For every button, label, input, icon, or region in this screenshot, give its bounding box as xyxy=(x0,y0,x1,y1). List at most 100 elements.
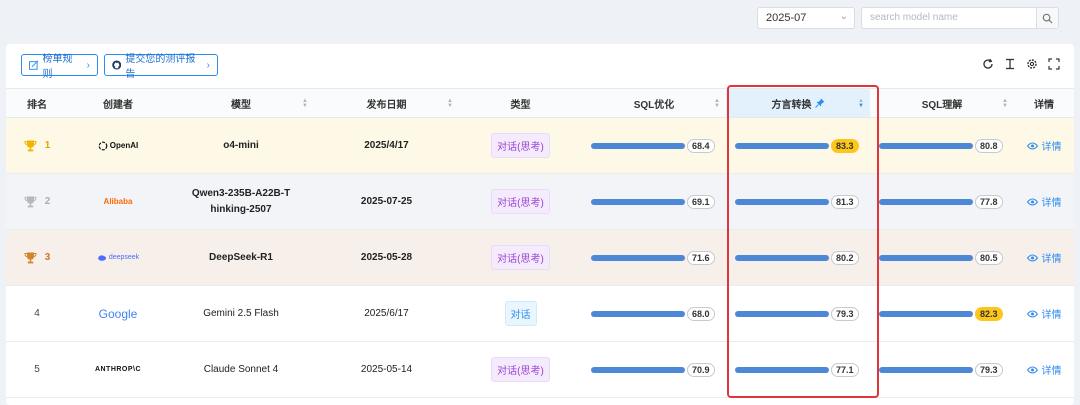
deepseek-logo: deepseek xyxy=(97,254,139,262)
score-badge: 80.5 xyxy=(975,250,1003,265)
table-row: 4 Google Gemini 2.5 Flash 2025/6/17 对话 6… xyxy=(6,286,1074,342)
search-button[interactable] xyxy=(1036,8,1058,28)
type-tag: 对话(思考) xyxy=(491,245,550,270)
score-bar xyxy=(879,254,973,261)
dialect-cell: 83.3 xyxy=(726,118,870,173)
detail-link-label: 详情 xyxy=(1041,254,1062,265)
sql-understand-cell: 82.3 xyxy=(870,286,1014,341)
sql-understand-cell: 77.8 xyxy=(870,174,1014,229)
col-sql-understand-label: SQL理解 xyxy=(921,99,963,111)
refresh-icon[interactable] xyxy=(982,58,994,70)
score-bar xyxy=(591,198,685,205)
detail-link[interactable]: 详情 xyxy=(1026,306,1062,321)
col-sql-understand[interactable]: SQL理解 ▲ ▼ xyxy=(870,89,1014,117)
detail-link[interactable]: 详情 xyxy=(1026,138,1062,153)
sort-icon[interactable]: ▲ ▼ xyxy=(302,98,308,109)
release-date: 2025/6/17 xyxy=(364,308,409,319)
score-badge: 80.2 xyxy=(831,250,859,265)
sort-icon[interactable]: ▲ ▼ xyxy=(714,98,720,109)
rank-badge: 3 xyxy=(24,252,51,264)
creator-name: ANTHROP\C xyxy=(94,366,142,373)
search-box xyxy=(861,7,1059,29)
dialect-cell: 80.2 xyxy=(726,230,870,285)
model-name: o4-mini xyxy=(223,139,259,151)
score-badge: 71.6 xyxy=(687,250,715,265)
score-bar xyxy=(735,254,829,261)
eye-icon xyxy=(1026,310,1038,317)
score-badge: 77.1 xyxy=(831,362,859,377)
rank-cell: 5 xyxy=(6,342,68,397)
column-height-icon[interactable] xyxy=(1004,58,1016,70)
score-badge: 77.8 xyxy=(975,194,1003,209)
type-cell: 对话 xyxy=(459,286,582,341)
model-cell: Gemini 2.5 Flash xyxy=(168,286,314,341)
sort-icon[interactable]: ▲ ▼ xyxy=(858,98,864,109)
fullscreen-icon[interactable] xyxy=(1048,58,1060,70)
eye-icon xyxy=(1026,254,1038,261)
col-dialect[interactable]: 方言转换 ▲ ▼ xyxy=(726,89,870,117)
sort-icon[interactable]: ▲ ▼ xyxy=(1002,98,1008,109)
search-input[interactable] xyxy=(870,12,1030,23)
type-cell: 对话(思考) xyxy=(459,342,582,397)
detail-link-label: 详情 xyxy=(1041,310,1062,321)
score-bar xyxy=(735,310,829,317)
table-row: 1 OpenAI o4-mini 2025/4/17 对话(思考) 68.4 8… xyxy=(6,118,1074,174)
dialect-cell: 81.3 xyxy=(726,174,870,229)
model-name: DeepSeek-R1 xyxy=(209,251,273,263)
detail-link[interactable]: 详情 xyxy=(1026,250,1062,265)
date-cell: 2025-07-25 xyxy=(314,174,459,229)
rank-number: 4 xyxy=(34,308,40,319)
release-date: 2025-05-14 xyxy=(360,364,413,375)
type-tag: 对话 xyxy=(504,301,537,326)
rank-badge: 5 xyxy=(34,364,40,375)
score-badge: 69.1 xyxy=(687,194,715,209)
detail-link[interactable]: 详情 xyxy=(1026,362,1062,377)
rank-cell: 3 xyxy=(6,230,68,285)
creator-cell: ANTHROP\C xyxy=(68,342,168,397)
col-date[interactable]: 发布日期 ▲ ▼ xyxy=(314,89,459,117)
col-date-label: 发布日期 xyxy=(366,99,407,111)
score-bar xyxy=(591,254,685,261)
edit-icon xyxy=(29,60,39,70)
table-row: 5 ANTHROP\C Claude Sonnet 4 2025-05-14 对… xyxy=(6,342,1074,398)
creator-name: Alibaba xyxy=(103,197,133,206)
settings-icon[interactable] xyxy=(1026,58,1038,70)
sql-optimize-cell: 68.4 xyxy=(582,118,726,173)
detail-link-label: 详情 xyxy=(1041,198,1062,209)
rules-button[interactable]: 榜单规则 › xyxy=(21,54,98,80)
score-badge: 68.0 xyxy=(687,306,715,321)
col-model[interactable]: 模型 ▲ ▼ xyxy=(168,89,314,117)
filter-bar: 2025-07 ⌄ xyxy=(0,7,1080,29)
release-date: 2025/4/17 xyxy=(364,140,409,151)
month-select[interactable]: 2025-07 ⌄ xyxy=(757,7,855,29)
detail-cell: 详情 xyxy=(1014,118,1074,173)
rank-cell: 2 xyxy=(6,174,68,229)
rank-number: 2 xyxy=(44,196,51,207)
type-cell: 对话(思考) xyxy=(459,230,582,285)
rank-number: 1 xyxy=(44,140,51,151)
col-creator: 创建者 xyxy=(103,99,133,111)
anthropic-logo: ANTHROP\C xyxy=(95,366,141,373)
score-badge: 68.4 xyxy=(687,138,715,153)
release-date: 2025-05-28 xyxy=(360,252,413,263)
col-sql-optimize[interactable]: SQL优化 ▲ ▼ xyxy=(582,89,726,117)
score-bar xyxy=(879,142,973,149)
pin-icon[interactable] xyxy=(814,98,825,108)
rank-number: 3 xyxy=(44,252,51,263)
score-badge: 82.3 xyxy=(975,306,1003,321)
leaderboard-table: 排名 创建者 模型 ▲▼ 发布日期 ▲▼ 类型 SQL优化 ▲▼ 方言转换 xyxy=(6,88,1074,398)
score-badge: 81.3 xyxy=(831,194,859,209)
creator-cell: deepseek xyxy=(68,230,168,285)
creator-name: deepseek xyxy=(108,254,140,261)
sort-icon[interactable]: ▲ ▼ xyxy=(447,98,453,109)
type-tag: 对话(思考) xyxy=(491,133,550,158)
detail-cell: 详情 xyxy=(1014,286,1074,341)
rank-cell: 1 xyxy=(6,118,68,173)
detail-link[interactable]: 详情 xyxy=(1026,194,1062,209)
score-bar xyxy=(879,198,973,205)
trophy-icon xyxy=(24,140,37,151)
score-bar xyxy=(879,366,973,373)
detail-cell: 详情 xyxy=(1014,342,1074,397)
chevron-right-icon: › xyxy=(206,59,210,71)
submit-report-button[interactable]: 提交您的测评报告 › xyxy=(104,54,218,80)
